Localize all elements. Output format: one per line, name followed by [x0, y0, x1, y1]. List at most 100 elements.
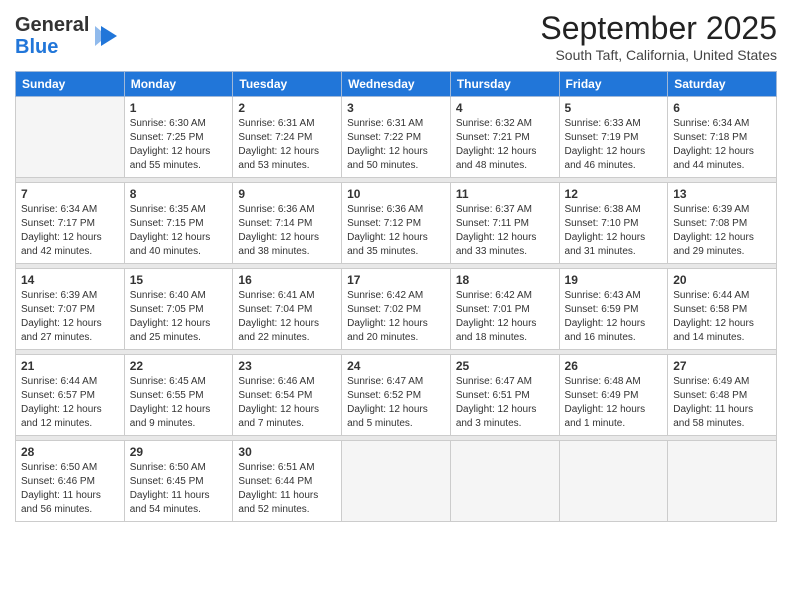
calendar-day-cell: 27 Sunrise: 6:49 AMSunset: 6:48 PMDayligh…	[668, 355, 777, 436]
day-number: 30	[238, 445, 336, 459]
calendar-week-row: 21 Sunrise: 6:44 AMSunset: 6:57 PMDayligh…	[16, 355, 777, 436]
day-info: Sunrise: 6:38 AMSunset: 7:10 PMDaylight:…	[565, 203, 663, 259]
day-info: Sunrise: 6:44 AMSunset: 6:57 PMDaylight:…	[21, 375, 119, 431]
day-number: 24	[347, 359, 445, 373]
calendar-day-cell: 3 Sunrise: 6:31 AMSunset: 7:22 PMDaylight…	[342, 97, 451, 178]
calendar-day-cell: 12 Sunrise: 6:38 AMSunset: 7:10 PMDayligh…	[559, 183, 668, 264]
day-info: Sunrise: 6:34 AMSunset: 7:17 PMDaylight:…	[21, 203, 119, 259]
header: General Blue September 2025 South Taft, …	[15, 10, 777, 63]
logo-icon	[91, 22, 119, 50]
day-info: Sunrise: 6:47 AMSunset: 6:52 PMDaylight:…	[347, 375, 445, 431]
calendar-week-row: 1Sunrise: 6:30 AMSunset: 7:25 PMDaylight…	[16, 97, 777, 178]
calendar-day-cell	[342, 441, 451, 522]
day-number: 4	[456, 101, 554, 115]
day-number: 13	[673, 187, 771, 201]
day-info: Sunrise: 6:36 AMSunset: 7:14 PMDaylight:…	[238, 203, 336, 259]
weekday-header: Sunday	[16, 72, 125, 97]
logo-blue-text: Blue	[15, 36, 58, 58]
day-number: 10	[347, 187, 445, 201]
calendar-day-cell: 17Sunrise: 6:42 AMSunset: 7:02 PMDayligh…	[342, 269, 451, 350]
calendar-day-cell: 6 Sunrise: 6:34 AMSunset: 7:18 PMDaylight…	[668, 97, 777, 178]
day-number: 15	[130, 273, 228, 287]
day-info: Sunrise: 6:42 AMSunset: 7:01 PMDaylight:…	[456, 289, 554, 345]
day-number: 18	[456, 273, 554, 287]
calendar-day-cell: 16Sunrise: 6:41 AMSunset: 7:04 PMDayligh…	[233, 269, 342, 350]
day-number: 8	[130, 187, 228, 201]
day-info: Sunrise: 6:34 AMSunset: 7:18 PMDaylight:…	[673, 117, 771, 173]
title-block: September 2025 South Taft, California, U…	[540, 10, 777, 63]
day-info: Sunrise: 6:47 AMSunset: 6:51 PMDaylight:…	[456, 375, 554, 431]
day-number: 5	[565, 101, 663, 115]
calendar-day-cell: 5Sunrise: 6:33 AMSunset: 7:19 PMDaylight…	[559, 97, 668, 178]
day-info: Sunrise: 6:30 AMSunset: 7:25 PMDaylight:…	[130, 117, 228, 173]
day-info: Sunrise: 6:37 AMSunset: 7:11 PMDaylight:…	[456, 203, 554, 259]
calendar-day-cell: 2 Sunrise: 6:31 AMSunset: 7:24 PMDaylight…	[233, 97, 342, 178]
day-number: 27	[673, 359, 771, 373]
calendar-day-cell: 26Sunrise: 6:48 AMSunset: 6:49 PMDayligh…	[559, 355, 668, 436]
day-number: 14	[21, 273, 119, 287]
logo: General Blue	[15, 14, 119, 58]
calendar-day-cell: 15 Sunrise: 6:40 AMSunset: 7:05 PMDayligh…	[124, 269, 233, 350]
calendar-day-cell: 1Sunrise: 6:30 AMSunset: 7:25 PMDaylight…	[124, 97, 233, 178]
day-number: 26	[565, 359, 663, 373]
calendar-day-cell: 25 Sunrise: 6:47 AMSunset: 6:51 PMDayligh…	[450, 355, 559, 436]
calendar-day-cell: 20Sunrise: 6:44 AMSunset: 6:58 PMDayligh…	[668, 269, 777, 350]
calendar-day-cell	[668, 441, 777, 522]
day-number: 7	[21, 187, 119, 201]
month-title: September 2025	[540, 10, 777, 47]
day-info: Sunrise: 6:46 AMSunset: 6:54 PMDaylight:…	[238, 375, 336, 431]
calendar-day-cell: 19 Sunrise: 6:43 AMSunset: 6:59 PMDayligh…	[559, 269, 668, 350]
calendar-day-cell	[559, 441, 668, 522]
day-info: Sunrise: 6:35 AMSunset: 7:15 PMDaylight:…	[130, 203, 228, 259]
weekday-header: Thursday	[450, 72, 559, 97]
calendar-day-cell: 28 Sunrise: 6:50 AMSunset: 6:46 PMDayligh…	[16, 441, 125, 522]
weekday-header: Saturday	[668, 72, 777, 97]
calendar-week-row: 7 Sunrise: 6:34 AMSunset: 7:17 PMDaylight…	[16, 183, 777, 264]
calendar-day-cell: 13Sunrise: 6:39 AMSunset: 7:08 PMDayligh…	[668, 183, 777, 264]
calendar-day-cell: 30 Sunrise: 6:51 AMSunset: 6:44 PMDayligh…	[233, 441, 342, 522]
day-number: 25	[456, 359, 554, 373]
day-info: Sunrise: 6:51 AMSunset: 6:44 PMDaylight:…	[238, 461, 336, 517]
calendar-day-cell: 24 Sunrise: 6:47 AMSunset: 6:52 PMDayligh…	[342, 355, 451, 436]
calendar-day-cell: 10 Sunrise: 6:36 AMSunset: 7:12 PMDayligh…	[342, 183, 451, 264]
day-number: 9	[238, 187, 336, 201]
day-info: Sunrise: 6:42 AMSunset: 7:02 PMDaylight:…	[347, 289, 445, 345]
day-info: Sunrise: 6:45 AMSunset: 6:55 PMDaylight:…	[130, 375, 228, 431]
calendar-day-cell: 7 Sunrise: 6:34 AMSunset: 7:17 PMDaylight…	[16, 183, 125, 264]
day-number: 3	[347, 101, 445, 115]
location-title: South Taft, California, United States	[540, 47, 777, 63]
calendar-day-cell: 14Sunrise: 6:39 AMSunset: 7:07 PMDayligh…	[16, 269, 125, 350]
day-number: 21	[21, 359, 119, 373]
weekday-header: Tuesday	[233, 72, 342, 97]
calendar-day-cell: 11Sunrise: 6:37 AMSunset: 7:11 PMDayligh…	[450, 183, 559, 264]
day-number: 22	[130, 359, 228, 373]
calendar-day-cell: 22 Sunrise: 6:45 AMSunset: 6:55 PMDayligh…	[124, 355, 233, 436]
calendar-day-cell	[450, 441, 559, 522]
day-info: Sunrise: 6:43 AMSunset: 6:59 PMDaylight:…	[565, 289, 663, 345]
calendar: SundayMondayTuesdayWednesdayThursdayFrid…	[15, 71, 777, 522]
day-info: Sunrise: 6:50 AMSunset: 6:45 PMDaylight:…	[130, 461, 228, 517]
day-info: Sunrise: 6:50 AMSunset: 6:46 PMDaylight:…	[21, 461, 119, 517]
day-info: Sunrise: 6:31 AMSunset: 7:22 PMDaylight:…	[347, 117, 445, 173]
day-number: 19	[565, 273, 663, 287]
day-number: 2	[238, 101, 336, 115]
day-number: 20	[673, 273, 771, 287]
calendar-day-cell: 8 Sunrise: 6:35 AMSunset: 7:15 PMDaylight…	[124, 183, 233, 264]
day-info: Sunrise: 6:49 AMSunset: 6:48 PMDaylight:…	[673, 375, 771, 431]
day-info: Sunrise: 6:40 AMSunset: 7:05 PMDaylight:…	[130, 289, 228, 345]
day-number: 28	[21, 445, 119, 459]
weekday-header-row: SundayMondayTuesdayWednesdayThursdayFrid…	[16, 72, 777, 97]
day-info: Sunrise: 6:36 AMSunset: 7:12 PMDaylight:…	[347, 203, 445, 259]
weekday-header: Wednesday	[342, 72, 451, 97]
calendar-week-row: 14Sunrise: 6:39 AMSunset: 7:07 PMDayligh…	[16, 269, 777, 350]
logo-general-text: General	[15, 14, 89, 36]
weekday-header: Friday	[559, 72, 668, 97]
day-info: Sunrise: 6:41 AMSunset: 7:04 PMDaylight:…	[238, 289, 336, 345]
day-number: 23	[238, 359, 336, 373]
calendar-week-row: 28 Sunrise: 6:50 AMSunset: 6:46 PMDayligh…	[16, 441, 777, 522]
day-number: 6	[673, 101, 771, 115]
day-info: Sunrise: 6:31 AMSunset: 7:24 PMDaylight:…	[238, 117, 336, 173]
weekday-header: Monday	[124, 72, 233, 97]
calendar-day-cell: 29Sunrise: 6:50 AMSunset: 6:45 PMDayligh…	[124, 441, 233, 522]
day-number: 12	[565, 187, 663, 201]
